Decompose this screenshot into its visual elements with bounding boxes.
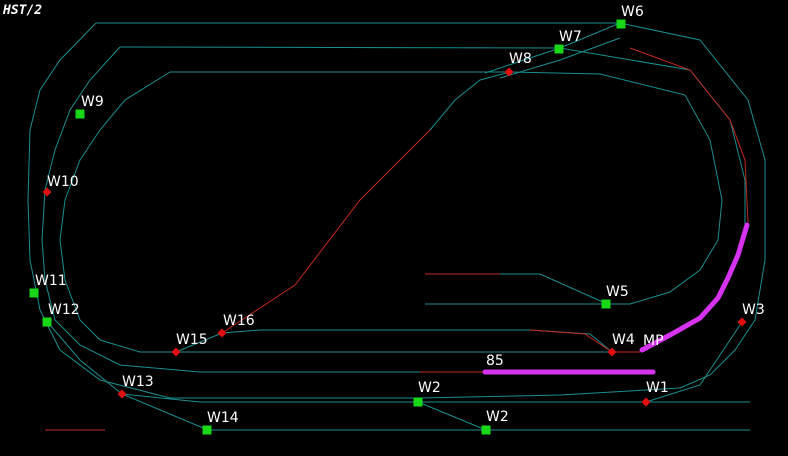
switch-w15-indicator[interactable]	[171, 347, 181, 357]
switch-w11-indicator[interactable]	[29, 288, 39, 298]
switch-w1-indicator[interactable]	[641, 397, 651, 407]
switch-w3-label: W3	[742, 302, 765, 318]
switch-w1[interactable]: W1	[641, 380, 669, 407]
switch-w2b-label: W2	[486, 409, 509, 425]
train-85-label: 85	[486, 353, 504, 369]
switch-w2a-label: W2	[418, 380, 441, 396]
track-middle-loop	[119, 46, 746, 263]
switch-w5-indicator[interactable]	[601, 299, 611, 309]
track-siding-w5	[425, 273, 606, 304]
switch-w5[interactable]: W5	[601, 284, 629, 309]
switch-w4-label: W4	[612, 332, 635, 348]
switch-w13-label: W13	[122, 374, 154, 390]
switch-w3[interactable]: W3	[737, 302, 765, 327]
switch-w8-indicator[interactable]	[504, 67, 514, 77]
switch-w14[interactable]: W14	[202, 410, 239, 435]
switch-w10[interactable]: W10	[42, 174, 79, 197]
track-siding-w2	[417, 401, 487, 431]
switch-w12-label: W12	[48, 302, 80, 318]
track-w16-link	[175, 329, 613, 353]
switch-w16-indicator[interactable]	[217, 328, 227, 338]
switch-w14-label: W14	[207, 410, 239, 426]
switch-w9-indicator[interactable]	[75, 109, 85, 119]
switch-w16-label: W16	[223, 313, 255, 329]
track-inner-loop	[170, 71, 723, 305]
switch-w8-label: W8	[509, 51, 532, 67]
switch-w15[interactable]: W15	[171, 332, 208, 357]
track-red-top-right	[629, 47, 749, 223]
switch-w2b[interactable]: W2	[481, 409, 509, 435]
switch-w2a[interactable]: W2	[413, 380, 441, 407]
switch-w11-label: W11	[35, 273, 67, 289]
switch-w15-label: W15	[176, 332, 208, 348]
mp-label: MP	[643, 333, 664, 349]
track-inner-loop-left	[59, 71, 612, 353]
track-red-diagonal	[221, 129, 431, 334]
switch-w9[interactable]: W9	[75, 94, 104, 119]
track-plan: W1 W2 W2 W3 W4 W5 W6 W7 W8 W9 W10 W11 W12 W13 W14 W15 W1…	[27, 4, 766, 435]
switch-w2a-indicator[interactable]	[413, 397, 423, 407]
switch-w5-label: W5	[606, 284, 629, 300]
track-diagonal-upper	[429, 71, 511, 131]
switch-w6-indicator[interactable]	[616, 19, 626, 29]
switch-w2b-indicator[interactable]	[481, 425, 491, 435]
switch-w1-label: W1	[646, 380, 669, 396]
occupied-block-mp	[639, 222, 750, 353]
switch-w7-label: W7	[559, 29, 582, 45]
switch-w4[interactable]: W4	[607, 332, 635, 357]
switch-w7-indicator[interactable]	[554, 44, 564, 54]
switch-w13[interactable]: W13	[117, 374, 154, 399]
switch-w12[interactable]: W12	[42, 302, 80, 327]
switch-w12-indicator[interactable]	[42, 317, 52, 327]
track-diagram-canvas: HST/2 W1 W2 W2 W3 W4 W5 W6 W7 W8 W9 W10 …	[0, 0, 788, 456]
switch-w3-indicator[interactable]	[737, 317, 747, 327]
switch-w10-label: W10	[47, 174, 79, 190]
switch-w9-label: W9	[81, 94, 104, 110]
track-middle-loop-left	[41, 46, 480, 373]
switch-w16[interactable]: W16	[217, 313, 255, 338]
switch-w6-label: W6	[621, 4, 644, 20]
switch-w14-indicator[interactable]	[202, 425, 212, 435]
